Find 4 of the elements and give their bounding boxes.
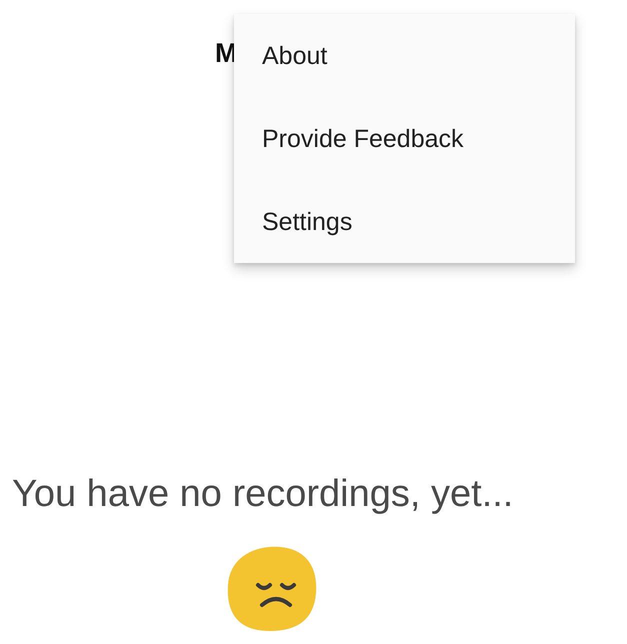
menu-item[interactable]: About bbox=[234, 36, 575, 76]
menu-item[interactable]: Provide Feedback bbox=[234, 118, 575, 158]
empty-message: You have no recordings, yet... bbox=[12, 472, 514, 517]
menu-item[interactable]: Settings bbox=[234, 202, 575, 242]
